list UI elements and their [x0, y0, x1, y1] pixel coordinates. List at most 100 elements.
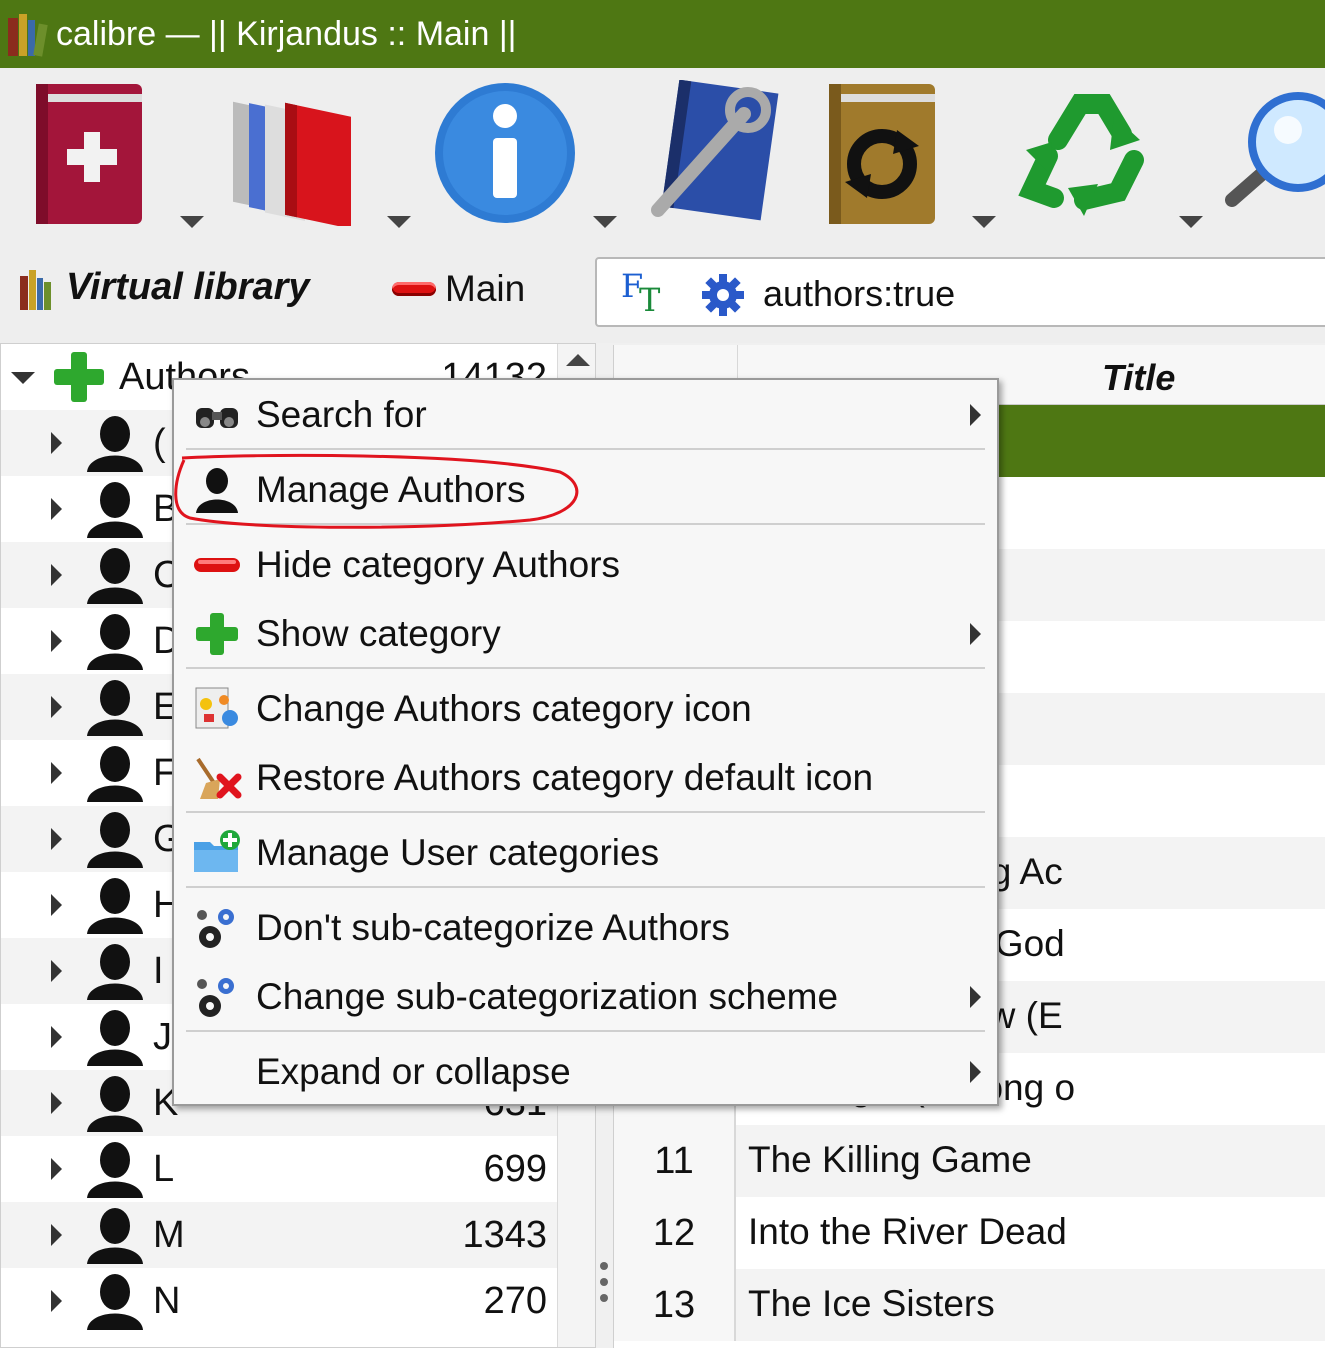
row-number: 13: [614, 1269, 736, 1341]
add-books-dropdown[interactable]: [180, 216, 204, 228]
expand-arrow-icon[interactable]: [51, 960, 62, 982]
menu-item-label: Manage Authors: [256, 469, 526, 510]
author-avatar: [83, 678, 147, 743]
author-avatar: [83, 546, 147, 611]
person-icon: [87, 482, 143, 538]
author-avatar: [83, 876, 147, 941]
library-button[interactable]: [225, 80, 360, 231]
remove-books-dropdown[interactable]: [1179, 216, 1203, 228]
menu-item-don-t-sub-categorize-authors[interactable]: Don't sub-categorize Authors: [174, 895, 997, 959]
menu-item-label: Change Authors category icon: [256, 688, 752, 729]
tag-letter: I: [153, 950, 164, 992]
gears-icon: [192, 903, 242, 953]
expand-arrow-icon[interactable]: [51, 498, 62, 520]
broom-delete-icon: [192, 753, 242, 803]
menu-item-change-sub-categorization-scheme[interactable]: Change sub-categorization scheme: [174, 964, 997, 1028]
title-column-header[interactable]: Title: [1102, 357, 1175, 399]
tag-letter: M: [153, 1214, 185, 1256]
person-icon: [87, 746, 143, 802]
menu-item-hide-category-authors[interactable]: Hide category Authors: [174, 532, 997, 596]
menu-item-label: Restore Authors category default icon: [256, 757, 874, 798]
tag-count: 270: [483, 1280, 547, 1322]
search-query-text: authors:true: [763, 273, 956, 314]
expand-arrow-icon[interactable]: [51, 762, 62, 784]
search-button[interactable]: [1222, 80, 1325, 231]
expand-arrow-icon[interactable]: [51, 564, 62, 586]
expand-arrow-icon[interactable]: [51, 696, 62, 718]
edit-metadata-button[interactable]: [640, 79, 780, 231]
book-title: Into the River Dead: [748, 1211, 1067, 1252]
convert-books-button[interactable]: [827, 80, 937, 231]
row-number: 12: [614, 1197, 736, 1269]
person-icon: [87, 812, 143, 868]
expand-arrow-icon[interactable]: [51, 1290, 62, 1312]
book-details-dropdown[interactable]: [593, 216, 617, 228]
person-icon: [87, 1010, 143, 1066]
menu-item-show-category[interactable]: Show category: [174, 601, 997, 665]
person-icon: [87, 614, 143, 670]
splitter-handle[interactable]: [600, 1262, 610, 1332]
menu-separator: [186, 886, 985, 888]
tag-letter: J: [153, 1016, 172, 1058]
menu-item-label: Hide category Authors: [256, 544, 621, 585]
add-books-icon: [36, 84, 142, 224]
remove-books-button[interactable]: [1018, 80, 1160, 231]
add-books-button[interactable]: [34, 80, 146, 231]
expand-arrow-icon[interactable]: [51, 894, 62, 916]
book-row[interactable]: 12 Into the River Dead: [614, 1197, 1325, 1269]
book-row[interactable]: 13 The Ice Sisters: [614, 1269, 1325, 1341]
collapse-arrow-icon[interactable]: [11, 372, 35, 384]
menu-item-label: Don't sub-categorize Authors: [256, 907, 730, 948]
expand-arrow-icon[interactable]: [51, 1026, 62, 1048]
author-avatar: [83, 480, 147, 545]
author-avatar: [83, 810, 147, 875]
expand-arrow-icon[interactable]: [51, 630, 62, 652]
menu-item-label: Show category: [256, 613, 501, 654]
virtual-library-icon: [20, 270, 51, 310]
menu-separator: [186, 667, 985, 669]
menu-item-manage-authors[interactable]: Manage Authors: [174, 457, 997, 521]
menu-item-label: Expand or collapse: [256, 1051, 571, 1092]
menu-separator: [186, 448, 985, 450]
expand-arrow-icon[interactable]: [51, 1092, 62, 1114]
book-details-button[interactable]: [432, 80, 578, 231]
author-avatar: [83, 612, 147, 677]
menu-separator: [186, 523, 985, 525]
tag-row[interactable]: L 699: [1, 1136, 557, 1202]
search-input[interactable]: FT authors:true: [595, 257, 1325, 327]
menu-item-search-for[interactable]: Search for: [174, 382, 997, 446]
person-icon: [87, 944, 143, 1000]
menu-item-restore-authors-category-default-icon[interactable]: Restore Authors category default icon: [174, 745, 997, 809]
author-avatar: [83, 1140, 147, 1205]
expand-arrow-icon[interactable]: [51, 1158, 62, 1180]
book-row[interactable]: 11 The Killing Game: [614, 1125, 1325, 1197]
menu-item-label: Change sub-categorization scheme: [256, 976, 839, 1017]
tag-row[interactable]: N 270: [1, 1268, 557, 1334]
virtual-library-button[interactable]: Virtual library: [66, 266, 310, 309]
virtual-library-bar: Virtual library Main FT authors:true: [0, 238, 1325, 343]
person-icon: [87, 1076, 143, 1132]
expand-arrow-icon[interactable]: [51, 828, 62, 850]
author-avatar: [83, 1206, 147, 1271]
gear-icon[interactable]: [701, 273, 745, 317]
tag-count: 699: [483, 1148, 547, 1190]
menu-item-manage-user-categories[interactable]: Manage User categories: [174, 820, 997, 884]
menu-item-expand-or-collapse[interactable]: Expand or collapse: [174, 1039, 997, 1103]
title-bar: calibre — || Kirjandus :: Main ||: [0, 0, 1325, 68]
row-number: 11: [614, 1125, 736, 1197]
scroll-up-arrow-icon[interactable]: [566, 354, 590, 366]
main-toolbar: [0, 68, 1325, 238]
context-menu: Search for Manage Authors Hide category Au…: [172, 378, 999, 1106]
current-library-label[interactable]: Main: [445, 268, 525, 310]
window-title: calibre — || Kirjandus :: Main ||: [56, 14, 517, 53]
expand-arrow-icon[interactable]: [51, 432, 62, 454]
menu-item-label: Manage User categories: [256, 832, 660, 873]
menu-item-change-authors-category-icon[interactable]: Change Authors category icon: [174, 676, 997, 740]
author-avatar: [83, 414, 147, 479]
expand-arrow-icon[interactable]: [51, 1224, 62, 1246]
plus-icon: [192, 609, 242, 659]
convert-books-dropdown[interactable]: [972, 216, 996, 228]
tag-row[interactable]: M 1343: [1, 1202, 557, 1268]
remove-virtual-library-icon[interactable]: [392, 282, 436, 296]
library-dropdown[interactable]: [387, 216, 411, 228]
